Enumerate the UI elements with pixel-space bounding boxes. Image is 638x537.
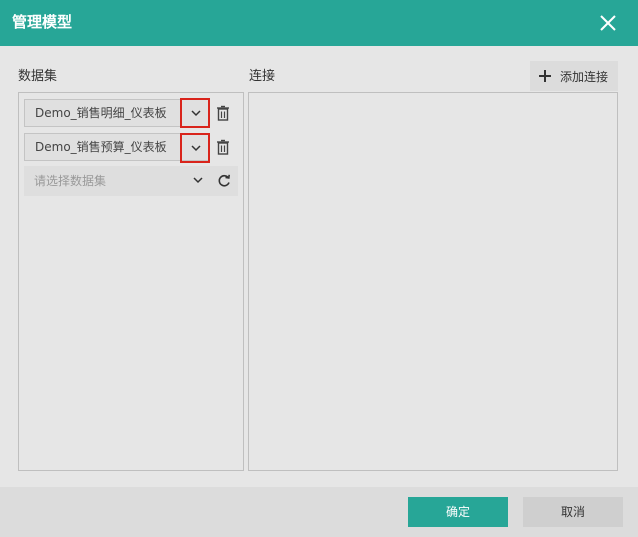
connections-panel — [248, 92, 618, 471]
chevron-down-icon — [191, 110, 201, 117]
trash-icon[interactable] — [215, 105, 231, 121]
dataset-dropdown-toggle[interactable] — [180, 98, 210, 128]
dialog-title: 管理模型 — [12, 13, 73, 31]
chevron-down-icon — [193, 177, 203, 184]
connections-label: 连接 — [249, 69, 276, 84]
plus-icon — [539, 70, 551, 82]
trash-icon[interactable] — [215, 139, 231, 155]
chevron-down-icon — [191, 145, 201, 152]
dataset-dropdown-toggle[interactable] — [180, 133, 210, 163]
dataset-select[interactable]: 请选择数据集 — [24, 166, 238, 196]
add-connection-label: 添加连接 — [560, 69, 609, 84]
cancel-button[interactable]: 取消 — [523, 497, 623, 527]
refresh-icon[interactable] — [216, 173, 232, 189]
dataset-item-name: Demo_销售预算_仪表板 — [35, 140, 167, 154]
datasets-label: 数据集 — [18, 69, 58, 84]
dialog-header: 管理模型 — [0, 0, 638, 46]
add-connection-button[interactable]: 添加连接 — [530, 61, 618, 91]
dataset-select-placeholder: 请选择数据集 — [34, 174, 107, 188]
ok-button[interactable]: 确定 — [408, 497, 508, 527]
dataset-item-name: Demo_销售明细_仪表板 — [35, 106, 167, 120]
close-icon[interactable] — [597, 12, 619, 34]
